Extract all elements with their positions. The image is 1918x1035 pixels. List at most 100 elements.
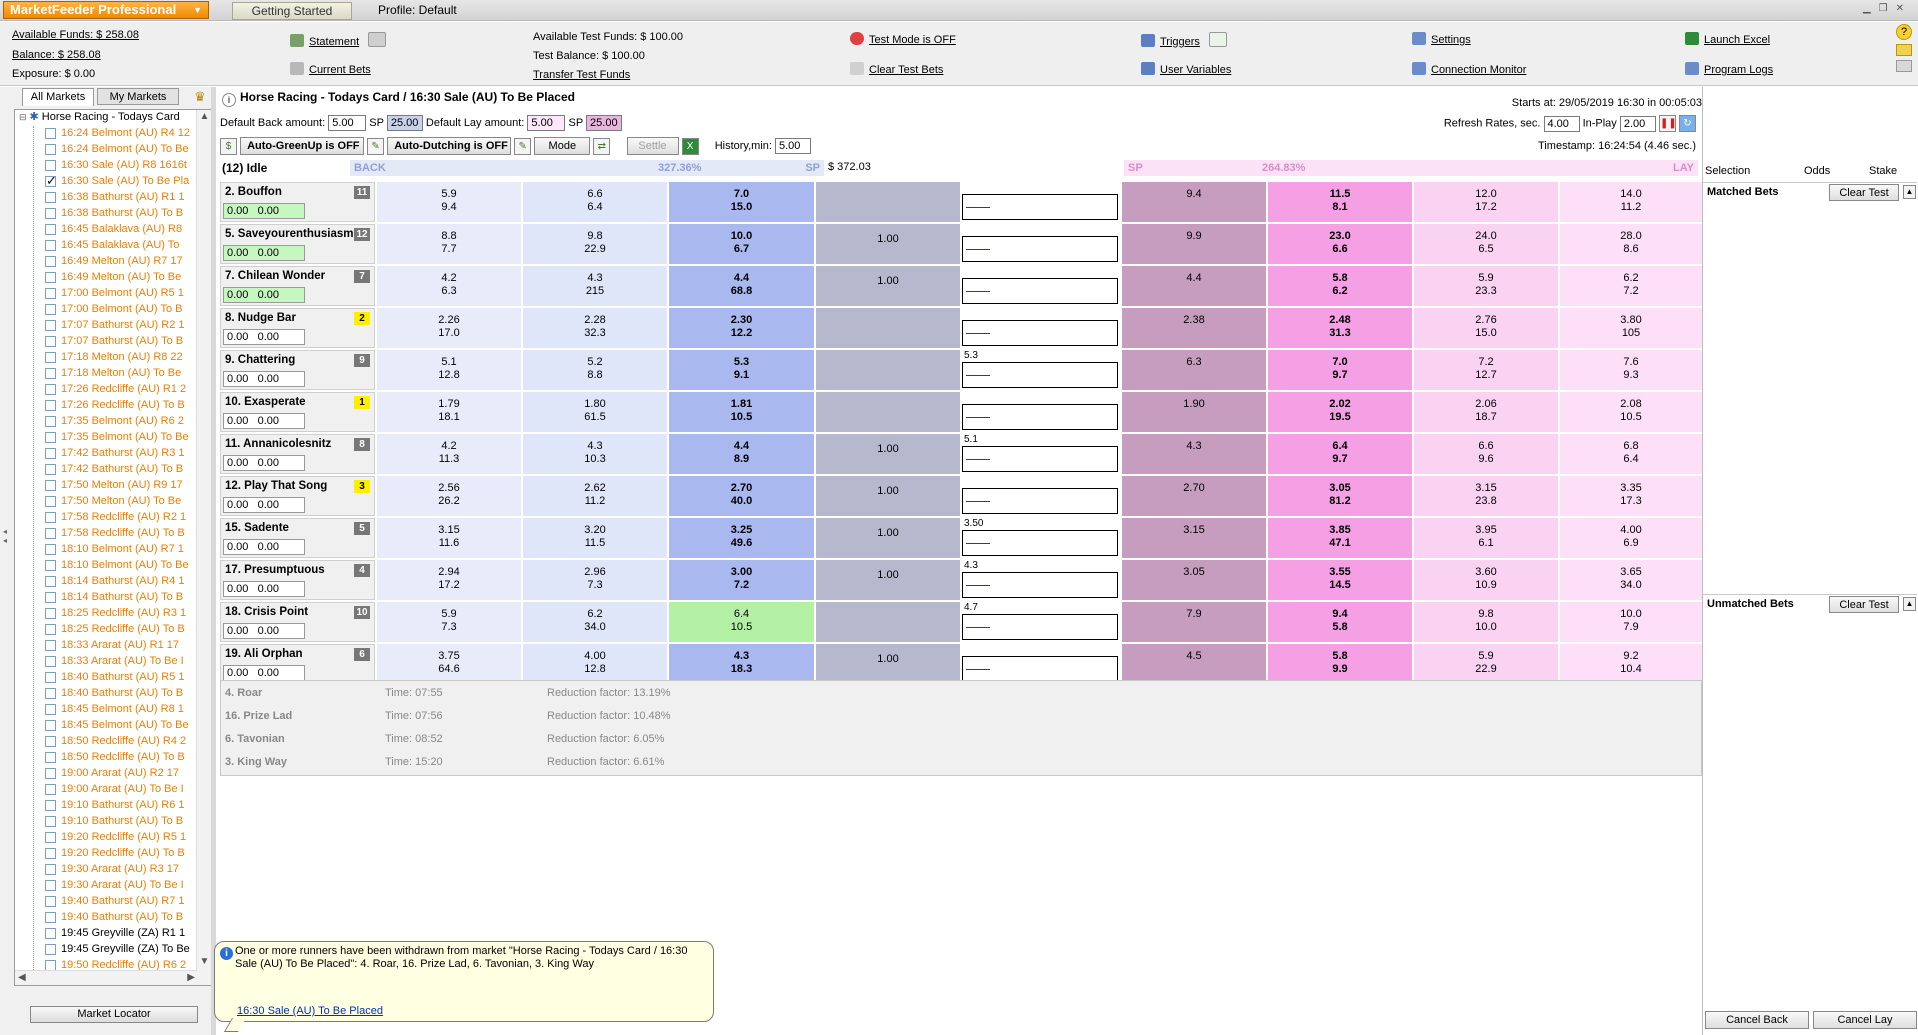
sp-back-cell[interactable]: 1.00: [816, 224, 960, 264]
back-price-best[interactable]: 2.30 12.2: [669, 308, 814, 348]
tab-all-markets[interactable]: All Markets: [22, 88, 94, 106]
lay-price-3[interactable]: 7.6 9.3: [1560, 350, 1702, 390]
sp-lay-cell[interactable]: 2.38: [1122, 308, 1266, 348]
market-locator-button[interactable]: Market Locator: [30, 1006, 198, 1023]
market-checkbox[interactable]: [45, 448, 56, 459]
market-tree-item[interactable]: 17:26 Redcliffe (AU) R1 2: [41, 382, 197, 398]
scroll-up-icon[interactable]: ▲: [197, 110, 211, 124]
market-tree-item[interactable]: 18:45 Belmont (AU) To Be: [41, 718, 197, 734]
market-tree-item[interactable]: 18:40 Bathurst (AU) To B: [41, 686, 197, 702]
runner-name-cell[interactable]: 15. Sadente 5 0.00 0.00: [220, 518, 375, 558]
collapse-icon[interactable]: ⊟: [19, 112, 27, 122]
lay-price-best[interactable]: 7.0 9.7: [1268, 350, 1412, 390]
swap-icon[interactable]: ⇄: [593, 137, 611, 155]
market-tree-item[interactable]: 19:40 Bathurst (AU) To B: [41, 910, 197, 926]
runner-name-cell[interactable]: 10. Exasperate 1 0.00 0.00: [220, 392, 375, 432]
available-funds-link[interactable]: Available Funds: $ 258.08: [12, 28, 139, 42]
sp-back-cell[interactable]: [816, 308, 960, 348]
market-checkbox[interactable]: [45, 304, 56, 315]
tree-root[interactable]: ⊟ ✱ Horse Racing - Todays Card: [15, 110, 209, 125]
market-tree-item[interactable]: 19:30 Ararat (AU) R3 17: [41, 862, 197, 878]
market-checkbox[interactable]: [45, 480, 56, 491]
market-tree-item[interactable]: 16:38 Bathurst (AU) To B: [41, 206, 197, 222]
restore-icon[interactable]: ❐: [1879, 3, 1896, 14]
lay-price-2[interactable]: 9.8 10.0: [1414, 602, 1558, 642]
back-price-3[interactable]: 4.2 6.3: [377, 266, 521, 306]
connection-monitor-button[interactable]: Connection Monitor: [1412, 62, 1526, 77]
market-tree-item[interactable]: 19:45 Greyville (ZA) R1 1: [41, 926, 197, 942]
mode-button[interactable]: Mode: [534, 137, 591, 155]
tree-horizontal-scrollbar[interactable]: ◀ ▶: [15, 970, 198, 985]
lay-price-2[interactable]: 3.95 6.1: [1414, 518, 1558, 558]
lay-price-best[interactable]: 2.48 31.3: [1268, 308, 1412, 348]
market-tree-item[interactable]: 19:10 Bathurst (AU) R6 1: [41, 798, 197, 814]
market-checkbox[interactable]: [45, 160, 56, 171]
market-checkbox[interactable]: [45, 608, 56, 619]
lay-price-3[interactable]: 14.0 11.2: [1560, 182, 1702, 222]
market-tree-item[interactable]: 19:20 Redcliffe (AU) To B: [41, 846, 197, 862]
tree-vertical-scrollbar[interactable]: ▲ ▼: [196, 110, 211, 985]
market-tree-item[interactable]: 16:38 Bathurst (AU) R1 1: [41, 190, 197, 206]
market-tree-item[interactable]: 18:33 Ararat (AU) To Be I: [41, 654, 197, 670]
market-checkbox[interactable]: [45, 944, 56, 955]
chat-icon[interactable]: [1896, 44, 1912, 56]
refresh-input[interactable]: 4.00: [1543, 115, 1580, 132]
market-checkbox[interactable]: [45, 768, 56, 779]
lay-price-best[interactable]: 9.4 5.8: [1268, 602, 1412, 642]
market-checkbox[interactable]: [45, 128, 56, 139]
market-tree-item[interactable]: 18:14 Bathurst (AU) R4 1: [41, 574, 197, 590]
market-tree-item[interactable]: 17:26 Redcliffe (AU) To B: [41, 398, 197, 414]
back-price-2[interactable]: 5.2 8.8: [523, 350, 667, 390]
market-tree-item[interactable]: 17:42 Bathurst (AU) R3 1: [41, 446, 197, 462]
lay-price-2[interactable]: 6.6 9.6: [1414, 434, 1558, 474]
market-checkbox[interactable]: [45, 544, 56, 555]
runner-name-cell[interactable]: 17. Presumptuous 4 0.00 0.00: [220, 560, 375, 600]
market-tree-item[interactable]: 17:00 Belmont (AU) To B: [41, 302, 197, 318]
market-checkbox[interactable]: [45, 656, 56, 667]
market-tree-item[interactable]: 19:30 Ararat (AU) To Be I: [41, 878, 197, 894]
market-checkbox[interactable]: [45, 432, 56, 443]
collapse-up-icon[interactable]: ▲: [1903, 597, 1916, 611]
runner-name-cell[interactable]: 5. Saveyourenthusiasm 12 0.00 0.00: [220, 224, 375, 264]
market-checkbox[interactable]: [45, 640, 56, 651]
window-controls[interactable]: ▁❐✕: [1863, 3, 1912, 14]
lay-price-best[interactable]: 3.55 14.5: [1268, 560, 1412, 600]
market-tree-item[interactable]: 17:07 Bathurst (AU) R2 1: [41, 318, 197, 334]
back-price-3[interactable]: 3.15 11.6: [377, 518, 521, 558]
market-tree-item[interactable]: 18:25 Redcliffe (AU) R3 1: [41, 606, 197, 622]
market-checkbox[interactable]: [45, 320, 56, 331]
back-price-2[interactable]: 9.8 22.9: [523, 224, 667, 264]
market-checkbox[interactable]: [45, 928, 56, 939]
back-price-2[interactable]: 1.80 61.5: [523, 392, 667, 432]
sp-back-cell[interactable]: [816, 602, 960, 642]
market-checkbox[interactable]: [45, 688, 56, 699]
back-price-3[interactable]: 2.56 26.2: [377, 476, 521, 516]
runner-name-cell[interactable]: 19. Ali Orphan 6 0.00 0.00: [220, 644, 375, 684]
back-price-2[interactable]: 4.3 10.3: [523, 434, 667, 474]
cancel-back-button[interactable]: Cancel Back: [1705, 1011, 1809, 1029]
trophy-icon[interactable]: ♛: [192, 89, 208, 105]
market-tree-item[interactable]: 16:45 Balaklava (AU) To: [41, 238, 197, 254]
back-price-2[interactable]: 6.2 34.0: [523, 602, 667, 642]
sp-lay-cell[interactable]: 6.3: [1122, 350, 1266, 390]
market-tree-item[interactable]: 18:50 Redcliffe (AU) R4 2: [41, 734, 197, 750]
market-tree-item[interactable]: 16:30 Sale (AU) R8 1616t: [41, 158, 197, 174]
market-checkbox[interactable]: [45, 896, 56, 907]
getting-started-tab[interactable]: Getting Started: [232, 2, 352, 20]
market-checkbox[interactable]: [45, 272, 56, 283]
market-checkbox[interactable]: [45, 512, 56, 523]
back-price-best[interactable]: 4.3 18.3: [669, 644, 814, 684]
market-checkbox[interactable]: [45, 816, 56, 827]
runner-name-cell[interactable]: 8. Nudge Bar 2 0.00 0.00: [220, 308, 375, 348]
balance-link[interactable]: Balance: $ 258.08: [12, 48, 101, 62]
price-chart-cell[interactable]: [962, 182, 1120, 222]
price-chart-cell[interactable]: [962, 476, 1120, 516]
scroll-down-icon[interactable]: ▼: [197, 955, 211, 969]
price-chart-cell[interactable]: [962, 644, 1120, 684]
market-tree-item[interactable]: 18:40 Bathurst (AU) R5 1: [41, 670, 197, 686]
app-menu-button[interactable]: MarketFeeder Professional ▼: [3, 1, 209, 19]
price-chart-cell[interactable]: 5.3: [962, 350, 1120, 390]
statement-button[interactable]: Statement: [290, 32, 391, 49]
sp-back-cell[interactable]: 1.00: [816, 476, 960, 516]
lay-price-2[interactable]: 12.0 17.2: [1414, 182, 1558, 222]
